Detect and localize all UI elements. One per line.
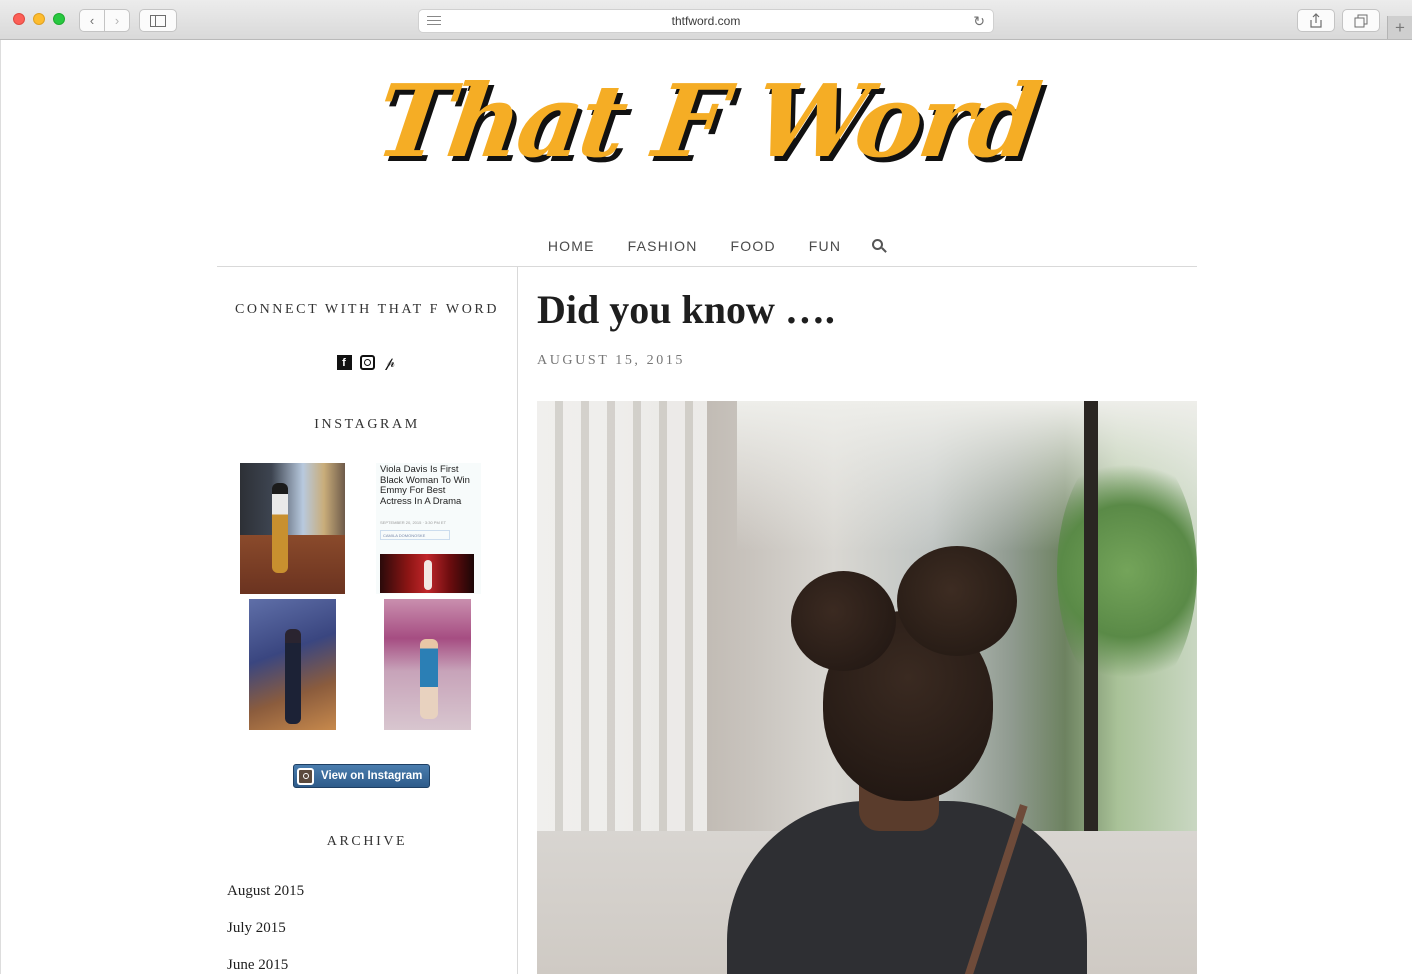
- zoom-window-button[interactable]: [53, 13, 65, 25]
- instagram-photo-1[interactable]: [240, 463, 345, 594]
- instagram-photo-2[interactable]: Viola Davis Is First Black Woman To Win …: [376, 463, 481, 594]
- instagram-icon[interactable]: [359, 355, 375, 370]
- connect-heading: CONNECT WITH THAT F WORD: [234, 302, 500, 317]
- chevron-right-icon: ›: [114, 13, 120, 28]
- forward-button[interactable]: ›: [104, 9, 130, 32]
- tabs-icon: [1354, 14, 1368, 27]
- sidebar-icon: [150, 14, 166, 27]
- column-divider: [517, 267, 518, 974]
- share-icon: [1310, 13, 1322, 28]
- share-button[interactable]: [1297, 9, 1335, 32]
- instagram-post-meta: SEPTEMBER 20, 2015 · 3:30 PM ET: [380, 520, 447, 525]
- post-featured-image[interactable]: [537, 401, 1197, 974]
- view-on-instagram-button[interactable]: View on Instagram: [293, 764, 430, 788]
- archive-link[interactable]: July 2015: [227, 920, 304, 957]
- browser-toolbar: ‹ › thtfword.com ↻ +: [0, 0, 1412, 40]
- archive-link[interactable]: August 2015: [227, 883, 304, 920]
- archive-list: August 2015 July 2015 June 2015: [227, 883, 304, 974]
- instagram-post-headline: Viola Davis Is First Black Woman To Win …: [380, 464, 470, 507]
- reader-icon[interactable]: [427, 16, 441, 28]
- reload-icon[interactable]: ↻: [973, 13, 985, 30]
- search-icon[interactable]: [871, 238, 887, 254]
- main-nav: HOME FASHION FOOD FUN: [217, 228, 1197, 267]
- view-on-instagram-label: View on Instagram: [321, 770, 423, 782]
- minimize-window-button[interactable]: [33, 13, 45, 25]
- archive-link[interactable]: June 2015: [227, 957, 304, 974]
- nav-home[interactable]: HOME: [548, 238, 595, 254]
- plus-icon: +: [1395, 17, 1405, 37]
- pinterest-icon[interactable]: 𝓅: [382, 355, 398, 371]
- nav-fashion[interactable]: FASHION: [628, 238, 698, 254]
- camera-icon: [297, 767, 314, 785]
- instagram-heading: INSTAGRAM: [314, 417, 420, 432]
- nav-food[interactable]: FOOD: [731, 238, 776, 254]
- archive-heading: ARCHIVE: [326, 834, 408, 849]
- post-date: AUGUST 15, 2015: [537, 353, 686, 368]
- instagram-photo-4[interactable]: [384, 599, 471, 730]
- chevron-left-icon: ‹: [89, 13, 95, 28]
- web-page: That F Word HOME FASHION FOOD FUN CONNEC…: [0, 40, 1412, 974]
- instagram-post-author: CAMILA DOMONOSKE: [380, 530, 450, 540]
- instagram-photo-3[interactable]: [249, 599, 336, 730]
- facebook-icon[interactable]: f: [336, 355, 352, 370]
- post-title[interactable]: Did you know ….: [537, 286, 835, 333]
- social-links: f 𝓅: [217, 355, 517, 371]
- new-tab-button[interactable]: +: [1387, 16, 1412, 39]
- url-text: thtfword.com: [671, 14, 741, 28]
- back-button[interactable]: ‹: [79, 9, 105, 32]
- nav-fun[interactable]: FUN: [809, 238, 841, 254]
- close-window-button[interactable]: [13, 13, 25, 25]
- address-bar[interactable]: thtfword.com ↻: [418, 9, 994, 33]
- show-tabs-button[interactable]: [1342, 9, 1380, 32]
- sidebar-toggle-button[interactable]: [139, 9, 177, 32]
- site-logo[interactable]: That F Word: [0, 62, 1412, 180]
- instagram-post-photo: [380, 554, 474, 593]
